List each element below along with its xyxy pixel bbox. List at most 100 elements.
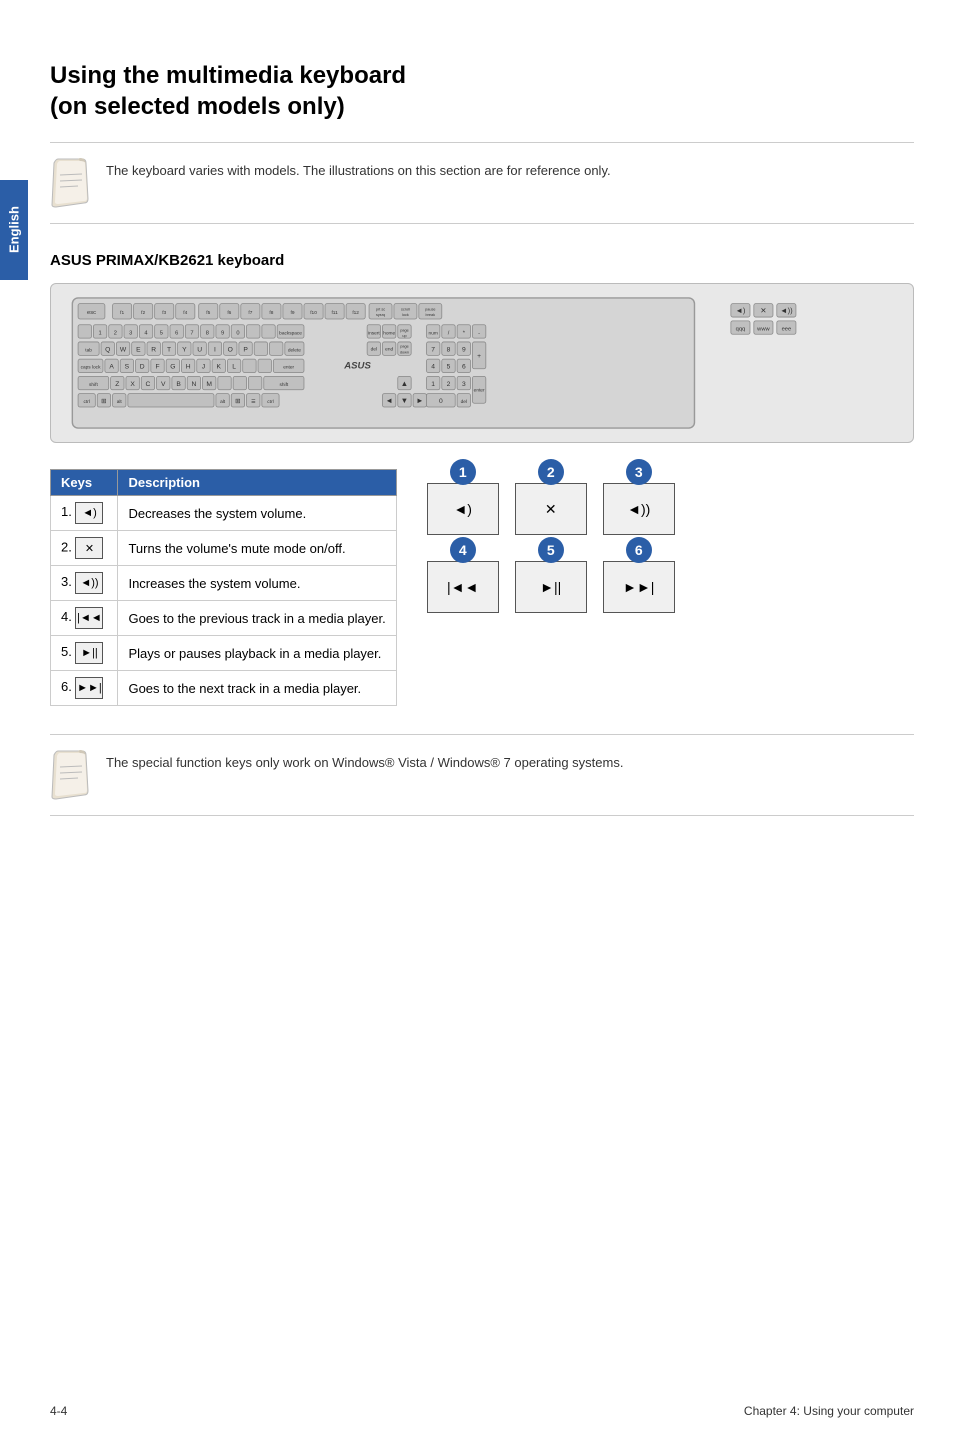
svg-text:tab: tab [85,348,92,354]
svg-text:⊞: ⊞ [101,399,107,406]
svg-text:O: O [228,347,233,354]
table-row: 3. ◄))Increases the system volume. [51,566,397,601]
note-icon [50,157,92,209]
keys-table: Keys Description 1. ◄)Decreases the syst… [50,469,397,706]
col-desc: Description [118,470,396,496]
english-tab: English [0,180,28,280]
svg-text:7: 7 [190,331,193,337]
svg-text:+: + [477,354,481,361]
diagram-key-box: ►►| [603,561,675,613]
svg-text:◄)): ◄)) [780,307,793,316]
svg-text:▲: ▲ [401,379,409,388]
svg-text:up: up [402,335,406,339]
svg-text:pause: pause [425,308,435,312]
key-icon: ◄)) [75,572,103,594]
key-desc-cell: Goes to the previous track in a media pl… [118,601,396,636]
svg-text:►: ► [416,397,424,406]
keys-diagram-section: Keys Description 1. ◄)Decreases the syst… [50,469,914,706]
key-icon: ►►| [75,677,103,699]
svg-text:www: www [756,327,770,333]
diagram-bottom-row: 4|◄◄5►||6►►| [427,547,675,613]
diagram-top-row: 1◄)2✕3◄)) [427,469,675,535]
svg-text:H: H [186,364,191,371]
svg-text:5: 5 [160,331,163,337]
svg-text:enter: enter [474,388,485,394]
svg-text:break: break [426,313,436,317]
svg-text:1: 1 [98,331,101,337]
svg-text:▼: ▼ [401,397,409,406]
svg-text:C: C [146,381,151,388]
svg-text:f10: f10 [310,311,317,317]
svg-text:end: end [385,347,393,353]
svg-text:ASUS: ASUS [343,361,371,372]
svg-text:6: 6 [175,331,178,337]
svg-text:qqq: qqq [736,327,746,333]
key-desc-cell: Turns the volume's mute mode on/off. [118,531,396,566]
key-icon: ◄) [75,502,103,524]
table-row: 6. ►►|Goes to the next track in a media … [51,671,397,706]
svg-text:L: L [232,364,236,371]
page-title: Using the multimedia keyboard (on select… [50,60,914,122]
diagram-panel: 1◄)2✕3◄)) 4|◄◄5►||6►►| [427,469,675,613]
svg-text:esc: esc [87,311,96,317]
svg-text:2: 2 [114,331,117,337]
key-desc-cell: Plays or pauses playback in a media play… [118,636,396,671]
svg-text:X: X [130,381,135,388]
svg-text:shift: shift [89,382,98,388]
svg-text:B: B [176,381,181,388]
svg-text:down: down [400,351,409,355]
svg-text:◄): ◄) [735,307,746,316]
svg-text:f8: f8 [269,311,273,317]
svg-text:lock: lock [402,313,409,317]
svg-text:f7: f7 [248,311,252,317]
note-text-1: The keyboard varies with models. The ill… [106,157,611,178]
svg-text:8: 8 [447,347,451,354]
key-num-cell: 2. ✕ [51,531,118,566]
svg-text:enter: enter [283,365,294,371]
svg-text:9: 9 [462,347,466,354]
svg-text:5: 5 [447,364,451,371]
svg-text:◄: ◄ [385,397,393,406]
svg-text:del: del [371,347,377,353]
svg-text:3: 3 [129,331,132,337]
svg-text:F: F [155,364,159,371]
svg-text:R: R [151,347,156,354]
key-desc-cell: Decreases the system volume. [118,496,396,531]
svg-text:I: I [214,347,216,354]
svg-text:del: del [461,400,467,406]
diagram-num-badge: 1 [450,459,476,485]
svg-text:scroll: scroll [401,308,410,312]
key-num-cell: 3. ◄)) [51,566,118,601]
note-box-1: The keyboard varies with models. The ill… [50,142,914,224]
diagram-num-badge: 5 [538,537,564,563]
key-num-cell: 5. ►|| [51,636,118,671]
svg-text:f1: f1 [120,311,124,317]
svg-text:Z: Z [115,381,119,388]
keyboard-illustration: esc f1 f2 f3 f4 f5 f6 f7 f8 f9 f10 f11 [50,283,914,443]
svg-text:alt: alt [117,400,123,406]
key-num-cell: 4. |◄◄ [51,601,118,636]
table-row: 4. |◄◄Goes to the previous track in a me… [51,601,397,636]
svg-text:D: D [140,364,145,371]
key-icon: |◄◄ [75,607,103,629]
diagram-key-box: ◄) [427,483,499,535]
svg-text:J: J [202,364,205,371]
svg-text:sysrq: sysrq [376,313,385,317]
diagram-cell: 3◄)) [603,469,675,535]
section-title: ASUS PRIMAX/KB2621 keyboard [50,252,914,269]
key-num-cell: 1. ◄) [51,496,118,531]
svg-text:f3: f3 [162,311,166,317]
svg-text:f5: f5 [206,311,210,317]
svg-text:P: P [243,347,248,354]
table-row: 1. ◄)Decreases the system volume. [51,496,397,531]
diagram-key-box: ✕ [515,483,587,535]
svg-text:1: 1 [431,381,435,388]
svg-text:page: page [400,329,408,333]
svg-text:f12: f12 [352,311,359,317]
svg-text:shift: shift [279,382,288,388]
diagram-key-box: ►|| [515,561,587,613]
page-footer: 4-4 Chapter 4: Using your computer [50,1404,914,1418]
svg-text:-: - [478,331,480,337]
note-text-2: The special function keys only work on W… [106,749,623,770]
svg-text:E: E [136,347,141,354]
